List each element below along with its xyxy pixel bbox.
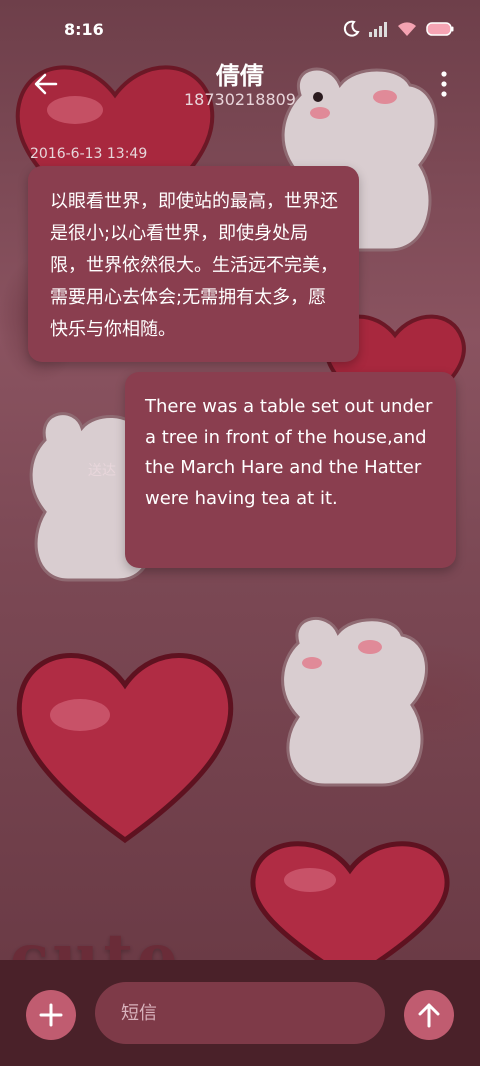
- bunny-decoration: [281, 617, 428, 787]
- wallpaper-cute-text: cute: [10, 920, 182, 960]
- message-timestamp: 2016-6-13 13:49: [30, 146, 148, 162]
- arrow-up-icon: [418, 1003, 440, 1028]
- plus-icon: [39, 1003, 63, 1027]
- add-attachment-button[interactable]: [26, 990, 76, 1040]
- status-bar: 8:16: [0, 0, 480, 60]
- message-input[interactable]: [95, 982, 385, 1044]
- composer-bar: [0, 960, 480, 1066]
- heart-decoration: [250, 841, 450, 960]
- incoming-message-bubble[interactable]: 以眼看世界，即使站的最高，世界还是很小;以心看世界，即使身处局限，世界依然很大。…: [28, 166, 359, 362]
- status-icons: [342, 20, 454, 38]
- outgoing-message-bubble[interactable]: There was a table set out under a tree i…: [125, 372, 456, 568]
- heart-decoration: [16, 653, 234, 844]
- send-button[interactable]: [404, 990, 454, 1040]
- more-vertical-icon[interactable]: [438, 70, 450, 98]
- outgoing-message-text: There was a table set out under a tree i…: [145, 396, 433, 509]
- delivery-status: 送达: [88, 463, 116, 479]
- contact-number: 18730218809: [184, 90, 296, 109]
- moon-icon: [343, 20, 360, 37]
- wifi-icon: [398, 22, 416, 36]
- contact-name: 倩倩: [216, 62, 264, 90]
- conversation-header: 倩倩 18730218809: [0, 56, 480, 116]
- incoming-message-text: 以眼看世界，即使站的最高，世界还是很小;以心看世界，即使身处局限，世界依然很大。…: [50, 191, 338, 340]
- status-time: 8:16: [64, 20, 104, 39]
- signal-icon: [369, 22, 387, 37]
- battery-icon: [426, 22, 454, 36]
